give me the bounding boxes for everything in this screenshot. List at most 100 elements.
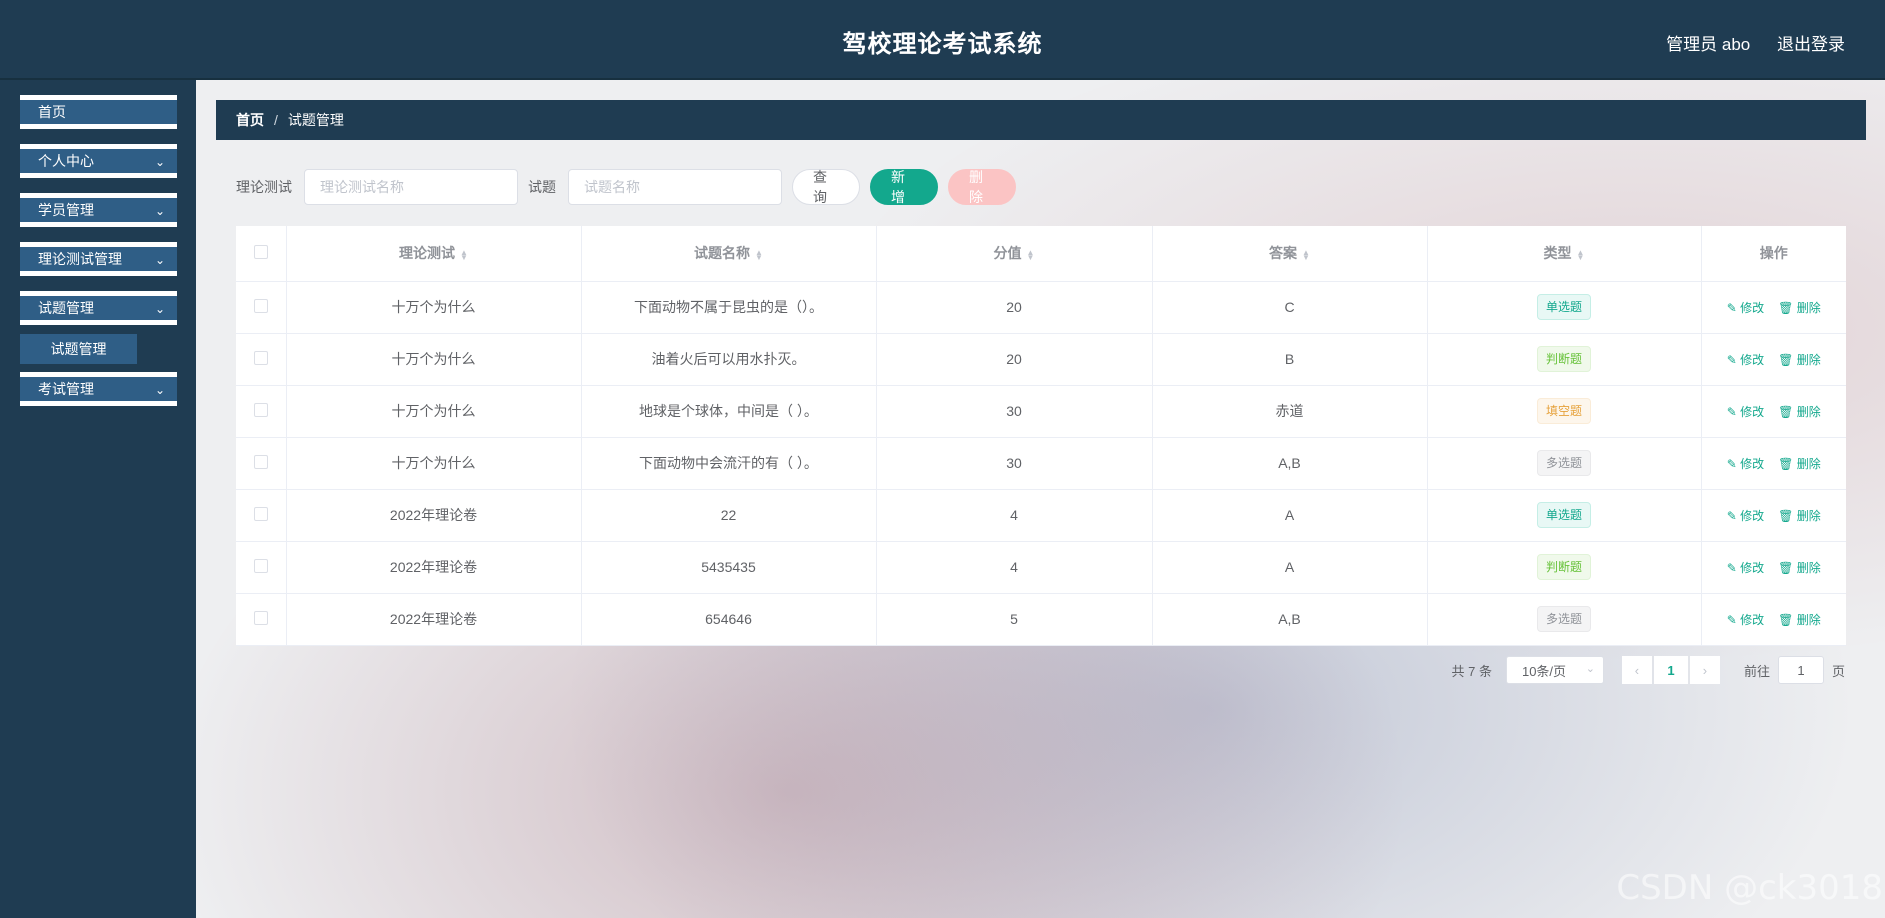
- cell-answer: A: [1152, 489, 1428, 542]
- delete-button[interactable]: 🗑 删除: [1778, 457, 1821, 471]
- table-row: 十万个为什么 下面动物不属于昆虫的是（）。 20 C 单选题 ✎ 修改 🗑 删除: [236, 281, 1846, 334]
- delete-button[interactable]: 🗑 删除: [1778, 353, 1821, 367]
- question-name-input[interactable]: [568, 169, 782, 205]
- column-header-question[interactable]: 试题名称 ▲ ▼: [581, 226, 877, 282]
- sidebar-item-label: 首页: [38, 104, 66, 120]
- cell-type: 多选题: [1427, 593, 1702, 646]
- breadcrumb: 首页 / 试题管理: [216, 100, 1866, 140]
- batch-delete-button[interactable]: 删除: [948, 169, 1016, 205]
- test-filter-label: 理论测试: [236, 179, 292, 195]
- type-tag: 判断题: [1536, 554, 1591, 580]
- sidebar-subitem-questions[interactable]: 试题管理: [20, 334, 137, 364]
- row-select-cell: [236, 437, 287, 490]
- row-checkbox[interactable]: [253, 610, 268, 625]
- row-checkbox[interactable]: [253, 558, 268, 573]
- row-checkbox[interactable]: [253, 402, 268, 417]
- row-select-cell: [236, 333, 287, 386]
- column-header-answer[interactable]: 答案 ▲ ▼: [1152, 226, 1428, 282]
- sort-icon[interactable]: ▲ ▼: [755, 248, 763, 261]
- logout-link[interactable]: 退出登录: [1777, 35, 1845, 54]
- table-row: 十万个为什么 油着火后可以用水扑灭。 20 B 判断题 ✎ 修改 🗑 删除: [236, 333, 1846, 386]
- sidebar-item-label: 理论测试管理: [38, 251, 122, 267]
- table-row: 2022年理论卷 654646 5 A,B 多选题 ✎ 修改 🗑 删除: [236, 593, 1846, 646]
- delete-button[interactable]: 🗑 删除: [1778, 405, 1821, 419]
- sort-icon[interactable]: ▲ ▼: [1302, 248, 1310, 261]
- cell-score: 20: [876, 281, 1153, 334]
- table-header-row: 理论测试 ▲ ▼ 试题名称 ▲ ▼ 分值 ▲ ▼ 答案 ▲ ▼ 类型 ▲ ▼ 操作: [236, 226, 1846, 282]
- current-user: 管理员 abo: [1666, 35, 1751, 54]
- cell-answer: C: [1152, 281, 1428, 334]
- chevron-down-icon: ⌄: [1585, 663, 1595, 675]
- edit-button[interactable]: ✎ 修改: [1727, 613, 1764, 627]
- cell-type: 多选题: [1427, 437, 1702, 490]
- sidebar: 首页 个人中心 ⌄ 学员管理 ⌄ 理论测试管理 ⌄ 试题管理 ⌄ 试题管理 考试…: [0, 80, 196, 918]
- delete-button[interactable]: 🗑 删除: [1778, 561, 1821, 575]
- cell-answer: B: [1152, 333, 1428, 386]
- delete-button[interactable]: 🗑 删除: [1778, 301, 1821, 315]
- edit-button[interactable]: ✎ 修改: [1727, 457, 1764, 471]
- sidebar-item-questions[interactable]: 试题管理 ⌄: [20, 291, 177, 325]
- row-checkbox[interactable]: [253, 454, 268, 469]
- row-checkbox[interactable]: [253, 350, 268, 365]
- column-header-score[interactable]: 分值 ▲ ▼: [876, 226, 1153, 282]
- breadcrumb-home[interactable]: 首页: [236, 110, 264, 130]
- cell-score: 5: [876, 593, 1153, 646]
- header-user-area: 管理员 abo 退出登录: [1644, 30, 1845, 55]
- row-checkbox[interactable]: [253, 298, 268, 313]
- sidebar-item-students[interactable]: 学员管理 ⌄: [20, 193, 177, 227]
- cell-question: 下面动物不属于昆虫的是（）。: [581, 281, 877, 334]
- test-name-input[interactable]: [304, 169, 518, 205]
- column-header-test[interactable]: 理论测试 ▲ ▼: [286, 226, 582, 282]
- row-checkbox[interactable]: [253, 506, 268, 521]
- row-select-cell: [236, 489, 287, 542]
- add-button[interactable]: 新增: [870, 169, 938, 205]
- sidebar-item-profile[interactable]: 个人中心 ⌄: [20, 144, 177, 178]
- select-all-checkbox[interactable]: [253, 244, 268, 259]
- chevron-left-icon: ‹: [1634, 662, 1640, 678]
- sidebar-item-exams[interactable]: 考试管理 ⌄: [20, 372, 177, 406]
- cell-test: 2022年理论卷: [286, 593, 582, 646]
- goto-label: 前往: [1743, 663, 1770, 679]
- delete-button[interactable]: 🗑 删除: [1778, 613, 1821, 627]
- cell-test: 2022年理论卷: [286, 489, 582, 542]
- cell-test: 十万个为什么: [286, 385, 582, 438]
- cell-question: 地球是个球体，中间是（ ）。: [581, 385, 877, 438]
- query-button[interactable]: 查询: [792, 169, 860, 205]
- cell-score: 4: [876, 489, 1153, 542]
- chevron-down-icon: ⌄: [154, 253, 165, 267]
- breadcrumb-current: 试题管理: [287, 112, 344, 128]
- cell-score: 4: [876, 541, 1153, 594]
- prev-page-button[interactable]: ‹: [1621, 656, 1652, 684]
- cell-type: 单选题: [1427, 281, 1702, 334]
- cell-actions: ✎ 修改 🗑 删除: [1701, 385, 1846, 438]
- cell-score: 30: [876, 437, 1153, 490]
- edit-button[interactable]: ✎ 修改: [1727, 561, 1764, 575]
- edit-button[interactable]: ✎ 修改: [1727, 509, 1764, 523]
- questions-table: 理论测试 ▲ ▼ 试题名称 ▲ ▼ 分值 ▲ ▼ 答案 ▲ ▼ 类型 ▲ ▼ 操作 十万个为什么 下面…: [236, 226, 1846, 646]
- type-tag: 判断题: [1536, 346, 1591, 372]
- sidebar-item-theory-tests[interactable]: 理论测试管理 ⌄: [20, 242, 177, 276]
- cell-actions: ✎ 修改 🗑 删除: [1701, 333, 1846, 386]
- watermark: CSDN @ck3018: [1616, 868, 1883, 908]
- goto-page-input[interactable]: [1777, 656, 1824, 684]
- cell-type: 填空题: [1427, 385, 1702, 438]
- cell-question: 油着火后可以用水扑灭。: [581, 333, 877, 386]
- table-row: 十万个为什么 下面动物中会流汗的有（ ）。 30 A,B 多选题 ✎ 修改 🗑 删除: [236, 437, 1846, 490]
- delete-button[interactable]: 🗑 删除: [1778, 509, 1821, 523]
- edit-button[interactable]: ✎ 修改: [1727, 353, 1764, 367]
- edit-button[interactable]: ✎ 修改: [1727, 405, 1764, 419]
- goto-suffix: 页: [1831, 663, 1845, 679]
- top-header: 驾校理论考试系统 管理员 abo 退出登录: [0, 0, 1885, 80]
- page-number-button[interactable]: 1: [1653, 656, 1688, 684]
- table-row: 十万个为什么 地球是个球体，中间是（ ）。 30 赤道 填空题 ✎ 修改 🗑 删除: [236, 385, 1846, 438]
- page-size-select[interactable]: 10条/页 ⌄: [1505, 656, 1604, 684]
- sidebar-item-home[interactable]: 首页: [20, 95, 177, 129]
- column-header-type[interactable]: 类型 ▲ ▼: [1427, 226, 1702, 282]
- next-page-button[interactable]: ›: [1689, 656, 1720, 684]
- sort-icon[interactable]: ▲ ▼: [460, 248, 468, 261]
- edit-button[interactable]: ✎ 修改: [1727, 301, 1764, 315]
- cell-question: 下面动物中会流汗的有（ ）。: [581, 437, 877, 490]
- sort-icon[interactable]: ▲ ▼: [1027, 248, 1035, 261]
- table-row: 2022年理论卷 5435435 4 A 判断题 ✎ 修改 🗑 删除: [236, 541, 1846, 594]
- sort-icon[interactable]: ▲ ▼: [1577, 248, 1585, 261]
